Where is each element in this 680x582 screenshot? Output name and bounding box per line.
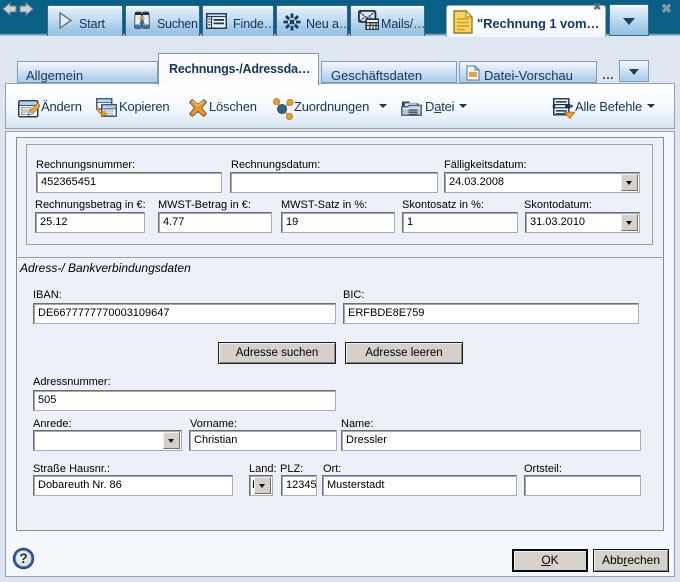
svg-text:?: ? xyxy=(19,551,27,566)
